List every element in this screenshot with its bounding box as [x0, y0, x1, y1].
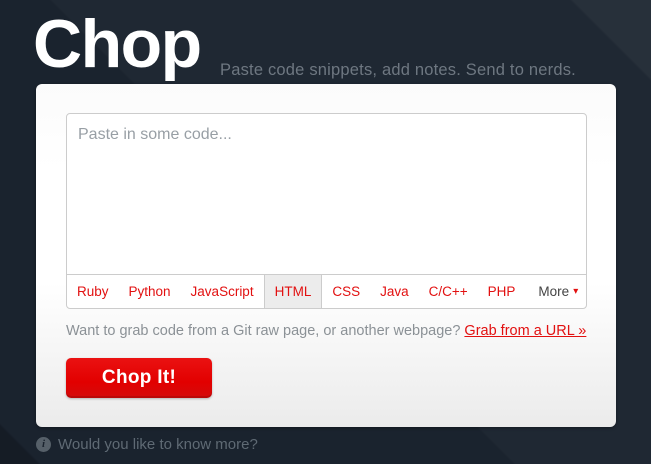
tab-html[interactable]: HTML: [263, 275, 323, 308]
language-tab-bar: Ruby Python JavaScript HTML CSS Java C/C…: [67, 274, 586, 308]
tab-css[interactable]: CSS: [322, 275, 370, 308]
page-background: Chop Paste code snippets, add notes. Sen…: [0, 0, 651, 464]
tab-java[interactable]: Java: [370, 275, 419, 308]
app-tagline: Paste code snippets, add notes. Send to …: [220, 61, 576, 79]
tab-javascript[interactable]: JavaScript: [181, 275, 264, 308]
info-icon[interactable]: i: [36, 437, 51, 452]
app-logo: Chop: [33, 6, 202, 82]
grab-url-prompt: Want to grab code from a Git raw page, o…: [66, 323, 461, 339]
tab-python[interactable]: Python: [119, 275, 181, 308]
chop-it-button[interactable]: Chop It!: [66, 358, 212, 398]
paste-card: Ruby Python JavaScript HTML CSS Java C/C…: [36, 84, 616, 427]
code-editor-box: Ruby Python JavaScript HTML CSS Java C/C…: [66, 113, 587, 309]
footer-row: i Would you like to know more?: [36, 436, 258, 453]
more-label: More: [538, 284, 570, 299]
tab-php[interactable]: PHP: [478, 275, 526, 308]
chevron-down-icon: ▾: [573, 285, 579, 297]
tab-ruby[interactable]: Ruby: [67, 275, 119, 308]
more-languages-dropdown[interactable]: More ▾: [528, 275, 586, 308]
code-input[interactable]: [67, 114, 586, 274]
tab-c-cpp[interactable]: C/C++: [419, 275, 478, 308]
know-more-link[interactable]: Would you like to know more?: [58, 436, 258, 453]
grab-from-url-link[interactable]: Grab from a URL »: [464, 323, 586, 339]
grab-url-row: Want to grab code from a Git raw page, o…: [66, 323, 586, 339]
